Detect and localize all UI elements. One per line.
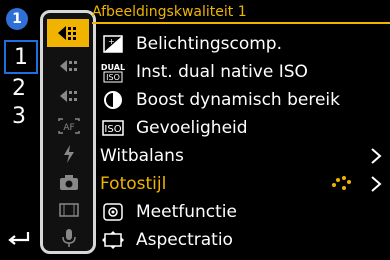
page-list: 1 2 3 [0, 40, 38, 130]
tab-film[interactable] [57, 199, 81, 221]
flash-icon [64, 145, 74, 163]
quality-alt-icon [60, 90, 77, 102]
quality-icon [60, 60, 77, 72]
dynamic-range-icon [100, 89, 126, 111]
af-icon: AF [58, 118, 80, 134]
page-3[interactable]: 3 [0, 102, 38, 130]
menu-item-dual-native-iso[interactable]: DUAL ISO Inst. dual native ISO [100, 58, 390, 86]
tab-photo-quality[interactable] [47, 19, 89, 47]
svg-text:ISO: ISO [104, 124, 121, 135]
camera-icon [60, 175, 78, 190]
chevron-right-icon [371, 148, 382, 164]
film-icon [59, 203, 79, 217]
iso-icon: ISO [100, 117, 126, 139]
metering-icon [100, 201, 126, 223]
aspect-ratio-icon [100, 229, 126, 251]
menu-category-tabs: AF [40, 10, 96, 254]
chevron-right-icon [371, 176, 382, 192]
svg-text:DUAL: DUAL [101, 63, 125, 72]
svg-text:+: + [108, 37, 115, 46]
tab-flash[interactable] [57, 143, 81, 165]
menu-item-white-balance[interactable]: Witbalans [100, 142, 390, 170]
page-title: Afbeeldingskwaliteit 1 [92, 4, 247, 20]
menu-item-metering[interactable]: Meetfunctie [100, 198, 390, 226]
title-divider [92, 22, 390, 24]
page-2[interactable]: 2 [0, 74, 38, 102]
menu-item-exposure-comp[interactable]: + Belichtingscomp. [100, 30, 390, 58]
svg-text:AF: AF [63, 123, 74, 133]
menu-item-photo-style[interactable]: Fotostijl [100, 170, 390, 198]
tab-focus-quality[interactable] [57, 55, 81, 77]
return-icon [8, 232, 30, 245]
menu-item-dynamic-range-boost[interactable]: Boost dynamisch bereik [100, 86, 390, 114]
back-button[interactable] [4, 226, 34, 250]
page-1[interactable]: 1 [4, 40, 38, 74]
photo-style-icon [332, 176, 351, 190]
tab-af[interactable]: AF [57, 115, 81, 137]
settings-menu: + Belichtingscomp. DUAL ISO Inst. dual n… [100, 30, 390, 254]
exposure-comp-icon: + [100, 33, 126, 55]
menu-item-aspect-ratio[interactable]: Aspectratio [100, 226, 390, 254]
camera-quality-icon [58, 26, 76, 40]
microphone-icon [62, 229, 76, 247]
tab-camera[interactable] [57, 171, 81, 193]
page-badge: 1 [6, 8, 28, 30]
dual-iso-icon: DUAL ISO [100, 61, 126, 83]
menu-item-sensitivity[interactable]: ISO Gevoeligheid [100, 114, 390, 142]
svg-text:ISO: ISO [106, 73, 120, 82]
tab-video-quality[interactable] [57, 85, 81, 107]
tab-audio[interactable] [57, 227, 81, 249]
